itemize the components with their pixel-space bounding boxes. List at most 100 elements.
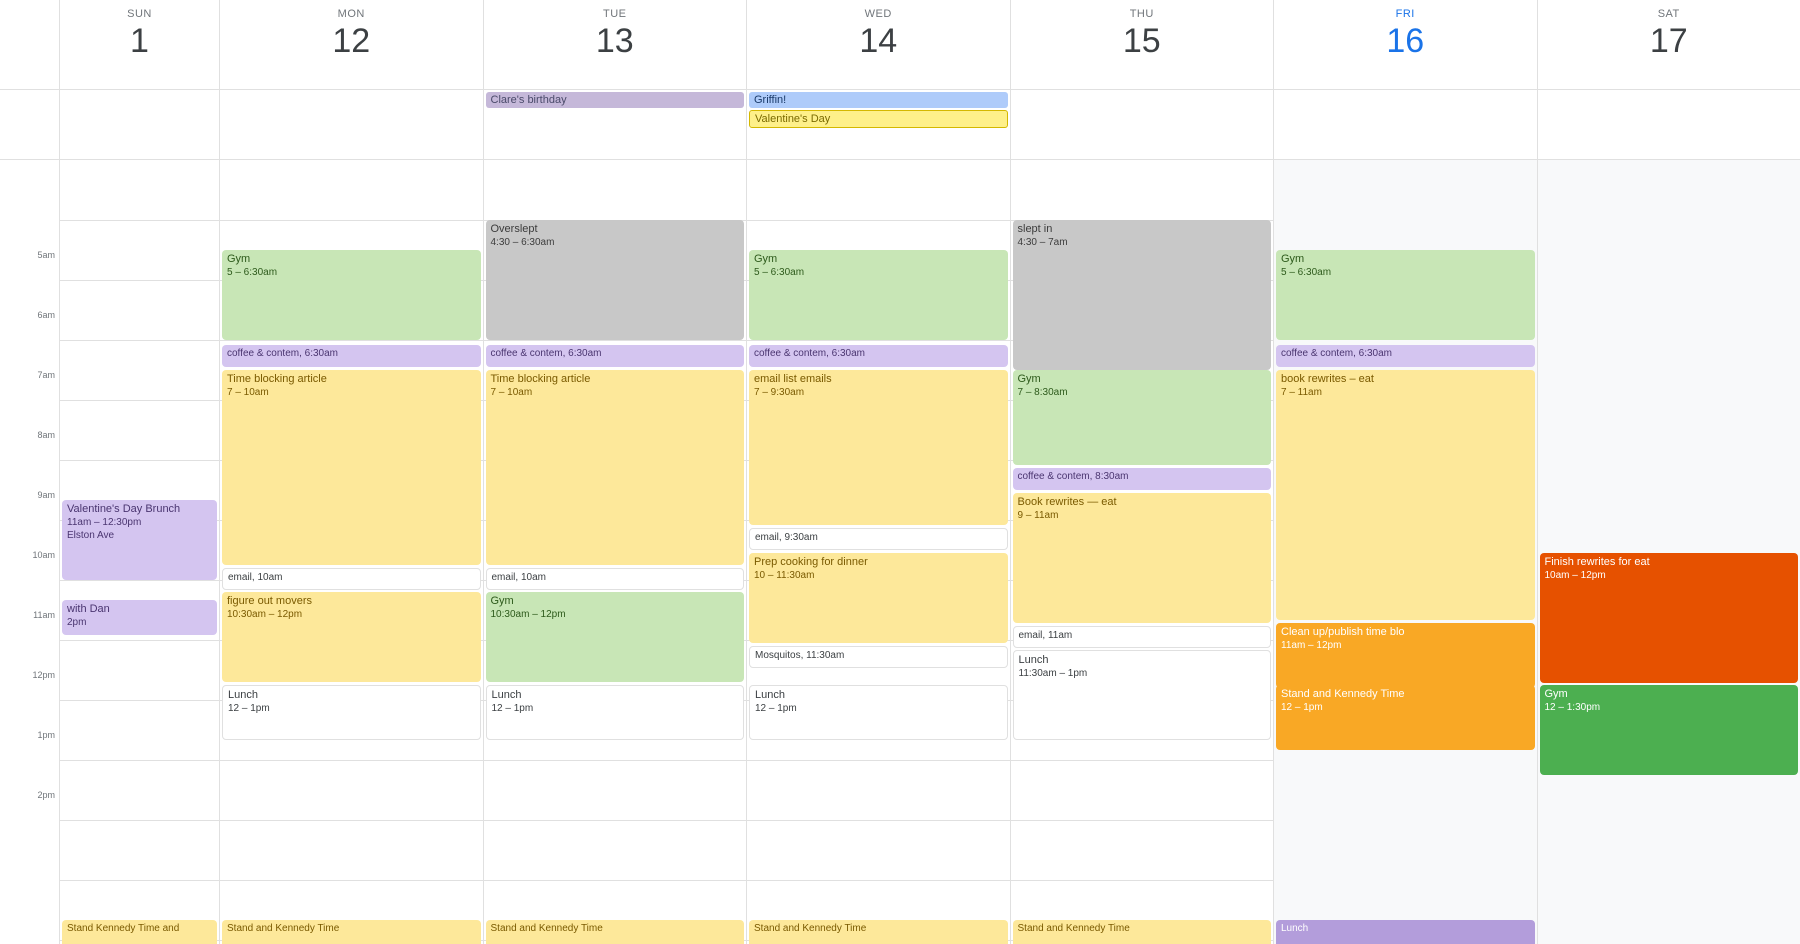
event-title: Prep cooking for dinner bbox=[754, 555, 1003, 569]
event-email-tue[interactable]: email, 10am bbox=[486, 568, 745, 590]
event-title: Lunch bbox=[228, 688, 475, 702]
event-subtitle: 7 – 11am bbox=[1281, 386, 1530, 399]
event-coffee-thu[interactable]: coffee & contem, 8:30am bbox=[1013, 468, 1272, 490]
calendar-container: Sun 1 Mon 12 Tue 13 Wed 14 Thu 15 Fri 16… bbox=[0, 0, 1800, 944]
all-day-wed: Griffin! Valentine's Day bbox=[747, 90, 1011, 159]
event-subtitle: 11am – 12:30pmElston Ave bbox=[67, 516, 212, 542]
event-prep-cooking-wed[interactable]: Prep cooking for dinner 10 – 11:30am bbox=[749, 553, 1008, 643]
event-stand-kennedy-wed[interactable]: Stand and Kennedy Time bbox=[749, 920, 1008, 944]
day-col-mon: Mon 12 bbox=[220, 0, 484, 89]
event-subtitle: 5 – 6:30am bbox=[227, 266, 476, 279]
body-area: 5am 6am 7am 8am 9am 10am 11am 12pm 1pm 2… bbox=[0, 160, 1800, 944]
event-time-blocking-mon[interactable]: Time blocking article 7 – 10am bbox=[222, 370, 481, 565]
day-number-tue: 13 bbox=[596, 24, 634, 58]
day-col-fri: Fri 16 bbox=[1274, 0, 1538, 89]
event-lunch-thu[interactable]: Lunch 11:30am – 1pm bbox=[1013, 650, 1272, 740]
day-number-fri: 16 bbox=[1386, 24, 1424, 58]
event-title: Gym bbox=[1281, 252, 1530, 266]
event-stand-kennedy-sun[interactable]: Stand Kennedy Time and bbox=[62, 920, 217, 944]
event-book-rewrites-thu[interactable]: Book rewrites — eat 9 – 11am bbox=[1013, 493, 1272, 623]
event-subtitle: 2pm bbox=[67, 616, 212, 629]
event-finish-rewrites-sat[interactable]: Finish rewrites for eat 10am – 12pm bbox=[1540, 553, 1799, 683]
all-day-event-griffin[interactable]: Griffin! bbox=[749, 92, 1008, 108]
event-lunch-fri[interactable]: Lunch bbox=[1276, 920, 1535, 944]
all-day-event-valentines[interactable]: Valentine's Day bbox=[749, 110, 1008, 128]
day-name-sat: Sat bbox=[1658, 8, 1680, 20]
event-title: with Dan bbox=[67, 602, 212, 616]
event-coffee-fri[interactable]: coffee & contem, 6:30am bbox=[1276, 345, 1535, 367]
time-label-5am: 5am bbox=[37, 250, 55, 260]
event-subtitle: 4:30 – 7am bbox=[1018, 236, 1267, 249]
all-day-sun bbox=[60, 90, 220, 159]
event-book-rewrites-fri[interactable]: book rewrites – eat 7 – 11am bbox=[1276, 370, 1535, 620]
event-gym-sat[interactable]: Gym 12 – 1:30pm bbox=[1540, 685, 1799, 775]
events-col-wed: Gym 5 – 6:30am coffee & contem, 6:30am e… bbox=[747, 160, 1011, 944]
day-name-fri: Fri bbox=[1396, 8, 1415, 20]
event-title: Lunch bbox=[1019, 653, 1266, 667]
event-stand-kennedy-thu[interactable]: Stand and Kennedy Time bbox=[1013, 920, 1272, 944]
event-gym-fri[interactable]: Gym 5 – 6:30am bbox=[1276, 250, 1535, 340]
event-email-wed[interactable]: email, 9:30am bbox=[749, 528, 1008, 550]
event-title: Gym bbox=[1545, 687, 1794, 701]
event-subtitle: 12 – 1pm bbox=[755, 702, 1002, 715]
day-name-wed: Wed bbox=[865, 8, 892, 20]
event-title: Gym bbox=[227, 252, 476, 266]
event-stand-kennedy-fri[interactable]: Stand and Kennedy Time 12 – 1pm bbox=[1276, 685, 1535, 750]
event-subtitle: 10:30am – 12pm bbox=[227, 608, 476, 621]
time-label-12pm: 12pm bbox=[32, 670, 55, 680]
all-day-mon bbox=[220, 90, 484, 159]
event-subtitle: 11am – 12pm bbox=[1281, 639, 1530, 652]
day-number-mon: 12 bbox=[332, 24, 370, 58]
event-gym-tue[interactable]: Gym 10:30am – 12pm bbox=[486, 592, 745, 682]
event-gym-mon[interactable]: Gym 5 – 6:30am bbox=[222, 250, 481, 340]
event-time-blocking-tue[interactable]: Time blocking article 7 – 10am bbox=[486, 370, 745, 565]
day-name-thu: Thu bbox=[1130, 8, 1154, 20]
all-day-row: Clare's birthday Griffin! Valentine's Da… bbox=[0, 90, 1800, 160]
event-coffee-wed[interactable]: coffee & contem, 6:30am bbox=[749, 345, 1008, 367]
day-col-sat: Sat 17 bbox=[1538, 0, 1800, 89]
event-email-thu[interactable]: email, 11am bbox=[1013, 626, 1272, 648]
event-subtitle: 7 – 8:30am bbox=[1018, 386, 1267, 399]
event-subtitle: 12 – 1pm bbox=[1281, 701, 1530, 714]
event-subtitle: 5 – 6:30am bbox=[1281, 266, 1530, 279]
event-title: Time blocking article bbox=[227, 372, 476, 386]
header-row: Sun 1 Mon 12 Tue 13 Wed 14 Thu 15 Fri 16… bbox=[0, 0, 1800, 90]
all-day-event-clares-birthday[interactable]: Clare's birthday bbox=[486, 92, 745, 108]
event-coffee-mon[interactable]: coffee & contem, 6:30am bbox=[222, 345, 481, 367]
day-name-mon: Mon bbox=[338, 8, 365, 20]
event-subtitle: 7 – 9:30am bbox=[754, 386, 1003, 399]
event-title: Gym bbox=[754, 252, 1003, 266]
event-stand-kennedy-tue[interactable]: Stand and Kennedy Time bbox=[486, 920, 745, 944]
event-email-mon[interactable]: email, 10am bbox=[222, 568, 481, 590]
event-movers-mon[interactable]: figure out movers 10:30am – 12pm bbox=[222, 592, 481, 682]
event-lunch-wed[interactable]: Lunch 12 – 1pm bbox=[749, 685, 1008, 740]
event-slept-in-thu[interactable]: slept in 4:30 – 7am bbox=[1013, 220, 1272, 370]
event-gym-wed[interactable]: Gym 5 – 6:30am bbox=[749, 250, 1008, 340]
event-with-dan[interactable]: with Dan 2pm bbox=[62, 600, 217, 635]
event-title: slept in bbox=[1018, 222, 1267, 236]
event-coffee-tue[interactable]: coffee & contem, 6:30am bbox=[486, 345, 745, 367]
event-subtitle: 10 – 11:30am bbox=[754, 569, 1003, 582]
event-valentines-brunch[interactable]: Valentine's Day Brunch 11am – 12:30pmEls… bbox=[62, 500, 217, 580]
event-overslept-tue[interactable]: Overslept 4:30 – 6:30am bbox=[486, 220, 745, 340]
time-label-11am: 11am bbox=[33, 610, 55, 620]
event-cleanup-fri[interactable]: Clean up/publish time blo 11am – 12pm bbox=[1276, 623, 1535, 688]
event-subtitle: 11:30am – 1pm bbox=[1019, 667, 1266, 680]
all-day-sat bbox=[1538, 90, 1800, 159]
events-col-sun: Valentine's Day Brunch 11am – 12:30pmEls… bbox=[60, 160, 220, 944]
event-gym-thu[interactable]: Gym 7 – 8:30am bbox=[1013, 370, 1272, 465]
time-label-6am: 6am bbox=[37, 310, 55, 320]
day-col-thu: Thu 15 bbox=[1011, 0, 1275, 89]
event-title: book rewrites – eat bbox=[1281, 372, 1530, 386]
event-mosquitos-wed[interactable]: Mosquitos, 11:30am bbox=[749, 646, 1008, 668]
event-stand-kennedy-mon[interactable]: Stand and Kennedy Time bbox=[222, 920, 481, 944]
event-email-list-wed[interactable]: email list emails 7 – 9:30am bbox=[749, 370, 1008, 525]
day-number-wed: 14 bbox=[859, 24, 897, 58]
event-title: Lunch bbox=[492, 688, 739, 702]
event-lunch-mon[interactable]: Lunch 12 – 1pm bbox=[222, 685, 481, 740]
event-title: Book rewrites — eat bbox=[1018, 495, 1267, 509]
time-label-2pm: 2pm bbox=[37, 790, 55, 800]
event-lunch-tue[interactable]: Lunch 12 – 1pm bbox=[486, 685, 745, 740]
event-title: Valentine's Day Brunch bbox=[67, 502, 212, 516]
event-title: Overslept bbox=[491, 222, 740, 236]
